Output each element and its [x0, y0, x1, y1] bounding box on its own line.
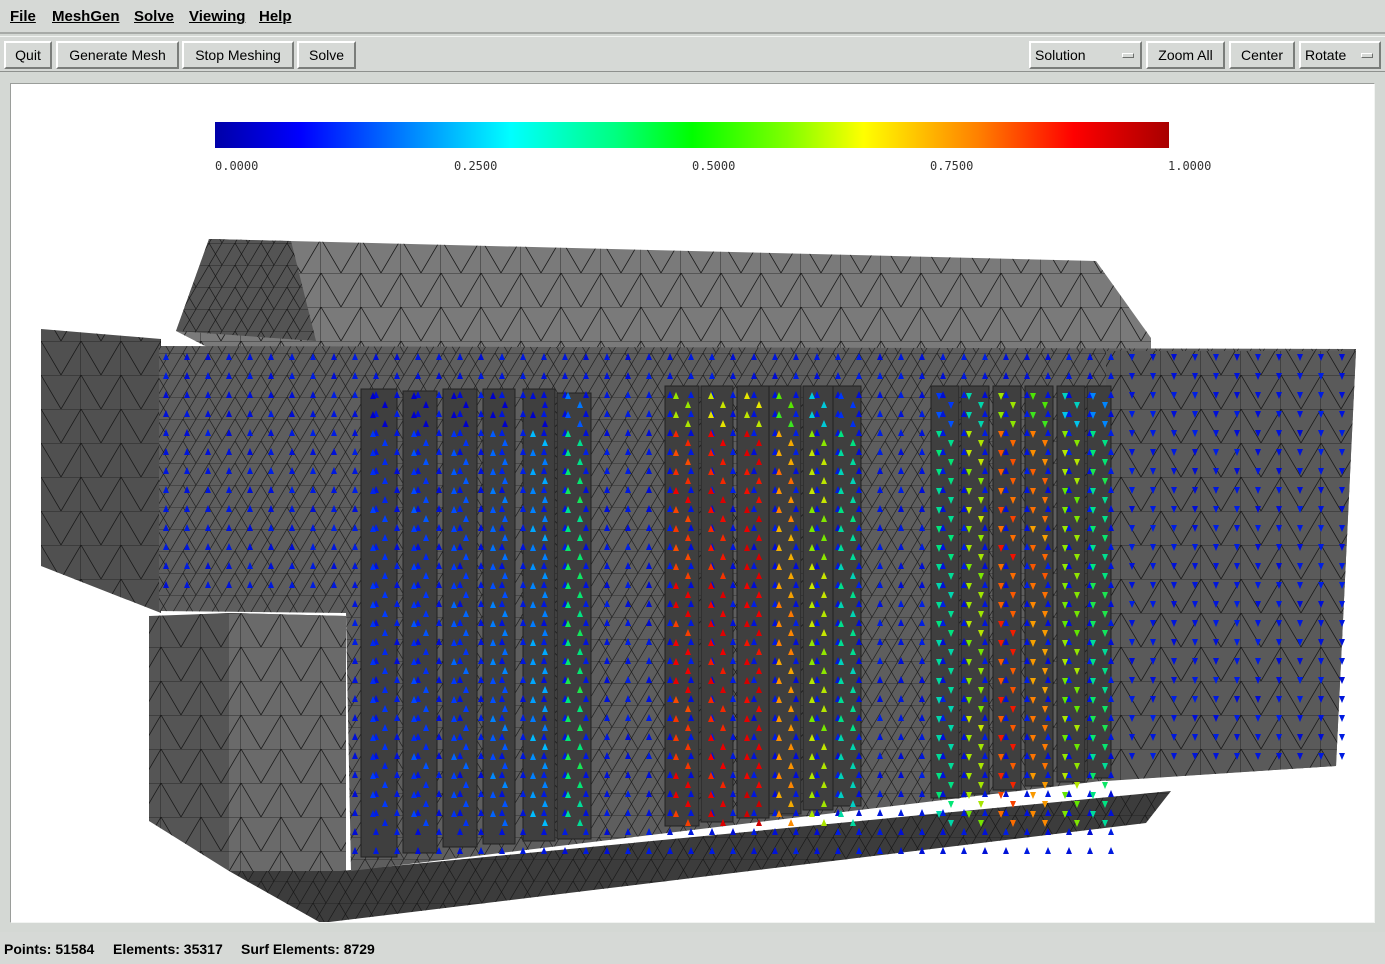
- surf-elements-count: Surf Elements: 8729: [241, 941, 375, 957]
- stop-meshing-button[interactable]: Stop Meshing: [182, 41, 294, 69]
- dropdown-caret-icon: [1122, 53, 1134, 58]
- arrow-glyph: [1087, 847, 1093, 854]
- zoom-all-button[interactable]: Zoom All: [1146, 41, 1225, 69]
- arrow-glyph: [1339, 734, 1345, 741]
- elements-count: Elements: 35317: [113, 941, 223, 957]
- status-bar: Points: 51584 Elements: 35317 Surf Eleme…: [0, 932, 1385, 964]
- menu-meshgen[interactable]: MeshGen: [52, 8, 120, 25]
- center-button[interactable]: Center: [1229, 41, 1295, 69]
- dropdown-caret-icon: [1361, 53, 1373, 58]
- arrow-glyph: [1074, 782, 1080, 789]
- arrow-glyph: [877, 809, 883, 816]
- arrow-glyph: [788, 819, 794, 826]
- arrow-glyph: [1045, 847, 1051, 854]
- arrow-glyph: [940, 847, 946, 854]
- 3d-viewport[interactable]: 0.0000 0.2500 0.5000 0.7500 1.0000: [10, 83, 1375, 923]
- arrow-glyph: [961, 847, 967, 854]
- menu-solve[interactable]: Solve: [134, 8, 174, 25]
- arrow-glyph: [898, 809, 904, 816]
- arrow-glyph: [1045, 790, 1051, 797]
- arrow-glyph: [1024, 790, 1030, 797]
- arrow-glyph: [982, 847, 988, 854]
- solve-button[interactable]: Solve: [297, 41, 356, 69]
- toolbar: Quit Generate Mesh Stop Meshing Solve So…: [0, 36, 1385, 72]
- meshing-app-window: File MeshGen Solve Viewing Help Quit Gen…: [0, 0, 1385, 964]
- arrow-glyph: [1024, 847, 1030, 854]
- view-mode-value: Solution: [1035, 47, 1086, 63]
- arrow-glyph: [948, 801, 954, 808]
- arrow-glyph: [1102, 782, 1108, 789]
- arrow-glyph: [978, 801, 984, 808]
- arrow-glyph: [709, 828, 715, 835]
- arrow-glyph: [821, 819, 827, 826]
- arrow-glyph: [1003, 847, 1009, 854]
- menu-viewing[interactable]: Viewing: [189, 8, 245, 25]
- arrow-glyph: [1108, 847, 1114, 854]
- arrow-glyph: [730, 828, 736, 835]
- quit-button[interactable]: Quit: [4, 41, 52, 69]
- mouse-mode-value: Rotate: [1305, 47, 1346, 63]
- points-count: Points: 51584: [4, 941, 94, 957]
- menu-help[interactable]: Help: [259, 8, 292, 25]
- arrow-glyph: [1030, 792, 1036, 799]
- view-mode-select[interactable]: Solution: [1029, 41, 1142, 69]
- menu-file[interactable]: File: [10, 8, 36, 25]
- arrow-glyph: [1339, 696, 1345, 703]
- arrow-glyph: [919, 809, 925, 816]
- arrow-glyph: [1066, 847, 1072, 854]
- arrow-glyph: [1108, 828, 1114, 835]
- arrow-glyph: [998, 792, 1004, 799]
- mouse-mode-select[interactable]: Rotate: [1299, 41, 1381, 69]
- arrow-glyph: [1108, 790, 1114, 797]
- arrow-glyph: [1339, 753, 1345, 760]
- mesh-render: [10, 83, 1375, 923]
- menu-bar: File MeshGen Solve Viewing Help: [0, 0, 1385, 34]
- arrow-glyph: [1339, 715, 1345, 722]
- generate-mesh-button[interactable]: Generate Mesh: [56, 41, 179, 69]
